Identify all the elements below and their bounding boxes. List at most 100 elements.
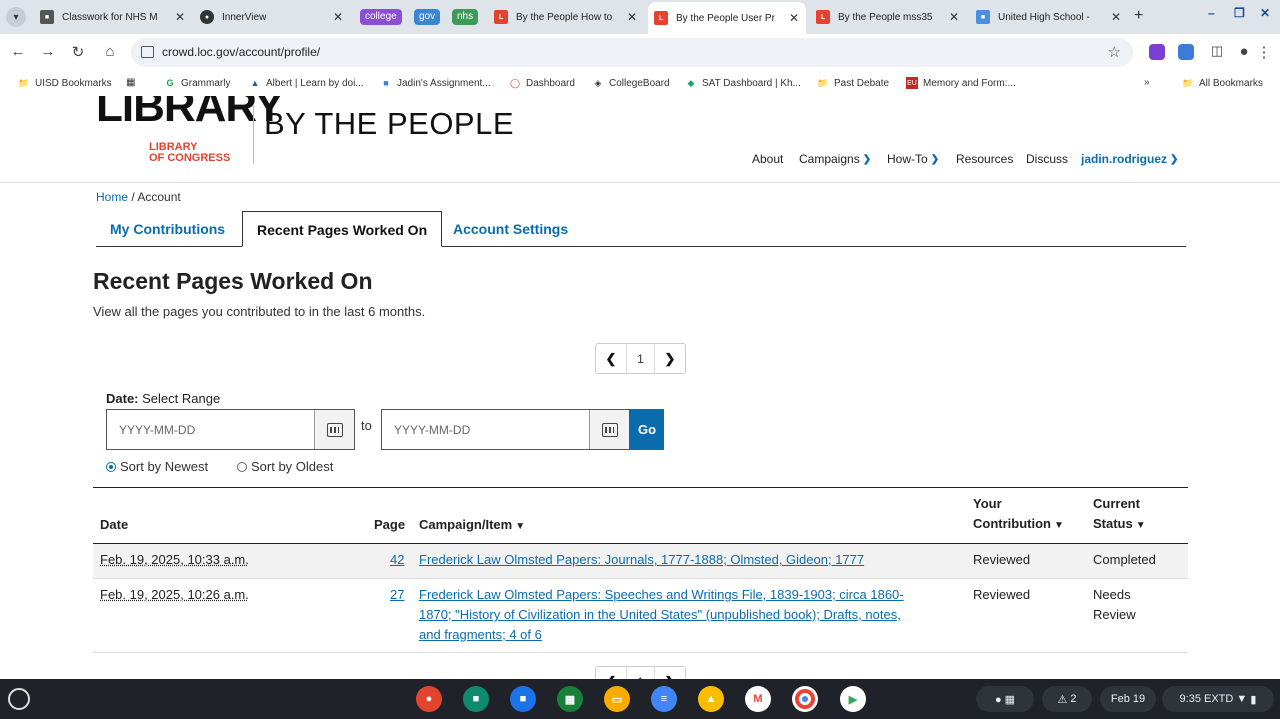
end-date-input[interactable]: YYYY-MM-DD [381,409,630,450]
prev-page-icon[interactable]: ❮ [596,667,626,680]
calendar-icon[interactable] [314,410,354,449]
home-icon[interactable]: ⌂ [100,43,120,60]
row-page-link[interactable]: 27 [390,585,404,605]
bookmark-item[interactable]: 📁 UISD Bookmarks [18,77,111,89]
play-store-app-icon[interactable]: ▶ [840,686,866,712]
table-top-rule [93,487,1188,488]
nav-discuss[interactable]: Discuss [1026,152,1068,166]
next-page-icon[interactable]: ❯ [655,667,685,680]
tab-search-button[interactable]: ▾ [6,7,26,27]
close-tab-icon[interactable]: ✕ [1110,10,1122,24]
bookmark-item[interactable]: ◯ Dashboard [509,77,575,89]
breadcrumb-home[interactable]: Home [96,190,128,204]
launcher-icon[interactable] [8,688,30,710]
reload-icon[interactable]: ↻ [68,43,88,61]
loc-icon: L [654,11,668,25]
nav-howto[interactable]: How-To ❯ [887,152,939,166]
next-page-icon[interactable]: ❯ [655,344,685,373]
calendar-icon[interactable] [589,410,629,449]
bookmark-item[interactable]: 📁 All Bookmarks [1182,77,1263,89]
close-tab-icon[interactable]: ✕ [332,10,344,24]
tab-group-gov[interactable]: gov [414,9,441,25]
site-info-icon[interactable] [141,46,154,58]
bookmark-item[interactable]: ◈ CollegeBoard [592,77,670,89]
tab-group-nhs[interactable]: nhs [452,9,479,25]
address-bar[interactable]: crowd.loc.gov/account/profile/ ☆ [131,38,1133,67]
current-page-number[interactable]: 1 [626,667,655,679]
tray-media[interactable]: ● ▦ [976,686,1034,712]
close-window-icon[interactable]: ✕ [1260,6,1270,20]
sheets-app-icon[interactable]: ▦ [557,686,583,712]
apps-grid-icon[interactable]: ▦ [126,77,135,88]
site-title[interactable]: BY THE PEOPLE [264,106,514,142]
prev-page-icon[interactable]: ❮ [596,344,626,373]
browser-tab[interactable]: ● InnerView ✕ [194,4,350,30]
tab-group-college[interactable]: college [360,9,402,25]
loc-logo-wordmark[interactable]: LIBRARY [96,96,284,132]
slides-app-icon[interactable]: ▭ [604,686,630,712]
date-filter-label: Date: Select Range [106,391,221,406]
row-date: Feb. 19, 2025, 10:33 a.m. [100,552,249,567]
profile-icon[interactable]: ● [1234,43,1254,60]
docs-app-icon[interactable]: ≡ [651,686,677,712]
browser-tab[interactable]: ■ Classwork for NHS M ✕ [34,4,192,30]
url-text[interactable]: crowd.loc.gov/account/profile/ [162,45,320,59]
sort-newest-radio[interactable]: Sort by Newest [106,459,208,474]
col-header-status[interactable]: Current Status ▼ [1093,494,1146,536]
chevron-down-icon: ❯ [862,153,872,165]
sort-oldest-radio[interactable]: Sort by Oldest [237,459,333,474]
nav-campaigns[interactable]: Campaigns ❯ [799,152,871,166]
bookmark-item[interactable]: ■ Jadin's Assignment... [380,77,490,89]
radio-selected-icon [106,461,116,472]
back-icon[interactable]: ← [8,43,28,60]
restore-icon[interactable]: ❐ [1234,6,1245,20]
extension-icon[interactable] [1149,44,1165,60]
bookmark-item[interactable]: 📁 Past Debate [817,77,889,89]
drive-app-icon[interactable]: ▲ [698,686,724,712]
art-app-icon[interactable]: ● [416,686,442,712]
more-bookmarks-icon[interactable]: » [1144,77,1150,88]
go-button[interactable]: Go [630,409,664,450]
browser-tab[interactable]: ■ United High School - ✕ [970,4,1128,30]
bookmark-item[interactable]: G Grammarly [164,77,230,89]
tab-my-contributions[interactable]: My Contributions [96,211,239,247]
tab-account-settings[interactable]: Account Settings [439,211,582,247]
classroom-app-icon[interactable]: ■ [463,686,489,712]
minimize-icon[interactable]: – [1208,6,1215,20]
close-tab-icon[interactable]: ✕ [788,11,800,25]
bookmark-item[interactable]: ◆ SAT Dashboard | Kh... [685,77,801,89]
browser-tab[interactable]: L By the People How to ✕ [488,4,644,30]
chevron-down-icon: ▼ [515,521,526,532]
close-tab-icon[interactable]: ✕ [174,10,186,24]
col-header-campaign[interactable]: Campaign/Item ▼ [419,515,525,537]
row-page-link[interactable]: 42 [390,550,404,570]
status-area[interactable]: 9:35 EXTD ▼ ▮ [1162,686,1274,712]
nav-user-menu[interactable]: jadin.rodriguez ❯ [1081,152,1178,166]
new-tab-icon[interactable]: + [1134,7,1143,25]
notification-tray[interactable]: ⚠ 2 [1042,686,1092,712]
row-item-link[interactable]: Frederick Law Olmsted Papers: Journals, … [419,550,959,570]
nav-about[interactable]: About [752,152,783,166]
close-tab-icon[interactable]: ✕ [948,10,960,24]
row-item-link[interactable]: Frederick Law Olmsted Papers: Speeches a… [419,585,959,645]
chrome-app-icon[interactable] [792,686,818,712]
browser-tab[interactable]: L By the People mss35 ✕ [810,4,966,30]
tab-recent-pages[interactable]: Recent Pages Worked On [242,211,443,247]
bookmark-star-icon[interactable]: ☆ [1108,43,1121,61]
calendar-date[interactable]: Feb 19 [1100,686,1156,712]
close-tab-icon[interactable]: ✕ [626,10,638,24]
files-app-icon[interactable]: ■ [510,686,536,712]
bookmark-item[interactable]: EU Memory and Form:... [906,77,1016,89]
col-header-contribution[interactable]: Your Contribution ▼ [973,494,1064,536]
forward-icon[interactable]: → [38,43,58,60]
extensions-puzzle-icon[interactable]: ◫ [1207,43,1227,59]
extension-icon[interactable] [1178,44,1194,60]
browser-tab-active[interactable]: L By the People User Pr ✕ [648,2,806,34]
nav-resources[interactable]: Resources [956,152,1013,166]
start-date-input[interactable]: YYYY-MM-DD [106,409,355,450]
bookmark-item[interactable]: ▲ Albert | Learn by doi... [249,77,364,89]
current-page-number[interactable]: 1 [626,344,655,373]
gmail-app-icon[interactable]: M [745,686,771,712]
menu-dots-icon[interactable]: ⋮ [1254,43,1274,61]
logo-divider [253,104,254,164]
